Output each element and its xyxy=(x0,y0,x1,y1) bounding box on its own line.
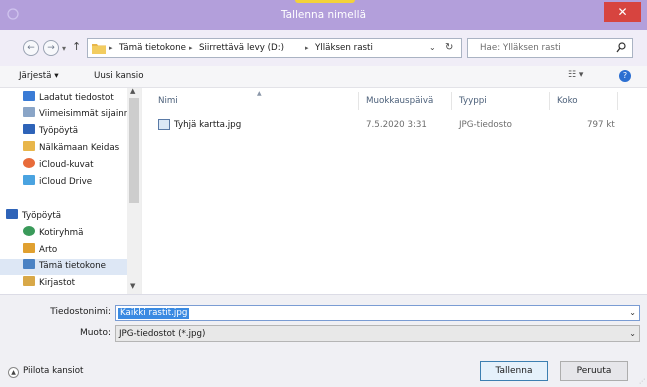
command-toolbar: Järjestä ▾ Uusi kansio ☷ ▾ ? xyxy=(0,66,647,88)
recent-locations-chevron-icon[interactable]: ▾ xyxy=(62,44,66,53)
homegroup-icon xyxy=(23,226,35,236)
search-input[interactable]: Hae: Ylläksen rasti xyxy=(467,38,633,58)
icloud-drive-icon xyxy=(23,175,35,185)
scroll-up-icon[interactable]: ▲ xyxy=(130,87,135,95)
computer-icon xyxy=(23,259,35,269)
breadcrumb-separator-icon: ▸ xyxy=(109,44,113,52)
window-title: Tallenna nimellä xyxy=(280,9,366,21)
cancel-button[interactable]: Peruuta xyxy=(560,361,628,381)
libraries-icon xyxy=(23,276,35,286)
sidebar-item-recent-places[interactable]: Viimeisimmät sijainnit xyxy=(23,107,135,123)
up-button[interactable]: ↑ xyxy=(72,40,81,53)
filetype-select[interactable]: JPG-tiedostot (*.jpg) ⌄ xyxy=(115,325,640,342)
breadcrumb-item[interactable]: Tämä tietokone xyxy=(119,43,186,53)
resize-grip-icon[interactable]: ⋰ xyxy=(639,378,645,385)
save-form: Tiedostonimi: Kaikki rastit.jpg ⌄ Muoto:… xyxy=(0,294,647,387)
filename-value: Kaikki rastit.jpg xyxy=(118,308,190,319)
downloads-icon xyxy=(23,91,35,101)
recent-places-icon xyxy=(23,107,35,117)
column-header-type[interactable]: Tyyppi xyxy=(459,96,487,106)
column-header-modified[interactable]: Muokkauspäivä xyxy=(366,96,433,106)
scrollbar-thumb[interactable] xyxy=(129,98,139,203)
navigation-bar: ← → ▾ ↑ ▸ Tämä tietokone ▸ Siirrettävä l… xyxy=(0,30,647,66)
breadcrumb-item[interactable]: Ylläksen rasti xyxy=(315,43,373,53)
sidebar-item-desktop-root[interactable]: Työpöytä xyxy=(6,209,61,225)
icloud-photos-icon xyxy=(23,158,35,168)
sidebar-item-libraries[interactable]: Kirjastot xyxy=(23,276,75,292)
filetype-label: Muoto: xyxy=(79,328,111,338)
sidebar-item-icloud-photos[interactable]: iCloud-kuvat xyxy=(23,158,94,174)
save-button[interactable]: Tallenna xyxy=(480,361,548,381)
scroll-down-icon[interactable]: ▼ xyxy=(130,282,135,290)
address-dropdown-icon[interactable]: ⌄ xyxy=(429,43,436,52)
desktop-icon xyxy=(6,209,18,219)
sidebar-item-homegroup[interactable]: Kotiryhmä xyxy=(23,226,83,242)
sidebar-item-desktop[interactable]: Työpöytä xyxy=(23,124,78,140)
file-type: JPG-tiedosto xyxy=(459,120,512,130)
sidebar-item-nalkamaan-keidas[interactable]: Nälkämaan Keidas xyxy=(23,141,119,157)
title-bar: Tallenna nimellä ✕ xyxy=(0,0,647,30)
column-header-name[interactable]: Nimi xyxy=(158,96,178,106)
table-row[interactable]: Tyhjä kartta.jpg 7.5.2020 3:31 JPG-tiedo… xyxy=(158,118,628,134)
help-icon[interactable]: ? xyxy=(619,70,631,82)
new-folder-button[interactable]: Uusi kansio xyxy=(94,71,144,81)
file-list: ▲ Nimi Muokkauspäivä Tyyppi Koko Tyhjä k… xyxy=(142,88,647,294)
sidebar-item-downloads[interactable]: Ladatut tiedostot xyxy=(23,91,114,107)
sidebar-scrollbar[interactable]: ▲ ▼ xyxy=(127,87,141,294)
folder-icon xyxy=(23,141,35,151)
hide-folders-button[interactable]: ▲ Piilota kansiot xyxy=(8,366,83,378)
search-icon xyxy=(616,42,626,53)
column-divider[interactable] xyxy=(617,92,618,110)
breadcrumb-separator-icon: ▸ xyxy=(305,44,309,52)
user-folder-icon xyxy=(23,243,35,253)
column-divider[interactable] xyxy=(549,92,550,110)
file-size: 797 kt xyxy=(587,120,615,130)
sidebar-item-arto[interactable]: Arto xyxy=(23,243,57,259)
chevron-down-icon[interactable]: ⌄ xyxy=(629,329,636,338)
refresh-icon[interactable]: ↻ xyxy=(445,42,453,53)
filename-field[interactable]: Kaikki rastit.jpg ⌄ xyxy=(115,305,640,321)
filetype-value: JPG-tiedostot (*.jpg) xyxy=(119,329,206,339)
file-name: Tyhjä kartta.jpg xyxy=(174,120,242,130)
desktop-icon xyxy=(23,124,35,134)
sidebar-item-icloud-drive[interactable]: iCloud Drive xyxy=(23,175,92,191)
breadcrumb-separator-icon: ▸ xyxy=(189,44,193,52)
chevron-up-icon: ▲ xyxy=(8,367,19,378)
filename-label: Tiedostonimi: xyxy=(50,307,111,317)
navigation-pane: Ladatut tiedostot Viimeisimmät sijainnit… xyxy=(0,88,142,294)
address-bar[interactable]: ▸ Tämä tietokone ▸ Siirrettävä levy (D:)… xyxy=(87,38,462,58)
close-button[interactable]: ✕ xyxy=(604,2,641,22)
search-placeholder: Hae: Ylläksen rasti xyxy=(480,43,561,53)
breadcrumb-item[interactable]: Siirrettävä levy (D:) xyxy=(199,43,284,53)
sidebar-item-this-pc[interactable]: Tämä tietokone xyxy=(0,259,127,275)
view-options-icon[interactable]: ☷ ▾ xyxy=(568,70,583,80)
chevron-down-icon[interactable]: ⌄ xyxy=(629,308,636,317)
image-file-icon xyxy=(158,119,170,130)
back-button[interactable]: ← xyxy=(23,40,39,56)
file-modified: 7.5.2020 3:31 xyxy=(366,120,427,130)
forward-button[interactable]: → xyxy=(43,40,59,56)
column-divider[interactable] xyxy=(451,92,452,110)
sort-indicator-icon: ▲ xyxy=(257,90,262,97)
column-header-size[interactable]: Koko xyxy=(557,96,578,106)
title-accent xyxy=(295,0,355,3)
folder-icon xyxy=(92,44,106,54)
organize-button[interactable]: Järjestä ▾ xyxy=(19,71,59,81)
column-divider[interactable] xyxy=(358,92,359,110)
